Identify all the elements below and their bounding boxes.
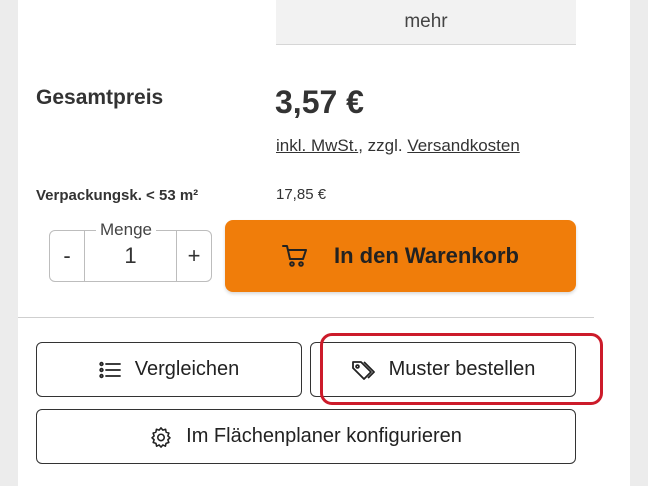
add-to-cart-label: In den Warenkorb [334, 243, 519, 268]
shipping-prefix: , zzgl. [358, 136, 408, 155]
section-divider [18, 317, 594, 318]
total-price-value: 3,57 € [275, 84, 364, 120]
quantity-increase-button[interactable]: + [176, 231, 211, 281]
gear-icon [150, 426, 172, 448]
quantity-decrease-button[interactable]: - [50, 231, 85, 281]
compare-button[interactable]: Vergleichen [36, 342, 302, 397]
quantity-input[interactable] [84, 231, 177, 281]
order-sample-button[interactable]: Muster bestellen [310, 342, 576, 397]
quantity-stepper: Menge - + [49, 219, 212, 282]
more-button[interactable]: mehr [276, 0, 576, 45]
list-icon [99, 360, 121, 380]
package-size-label: Verpackungsk. < 53 m² [36, 187, 199, 204]
surface-planner-button[interactable]: Im Flächenplaner konfigurieren [36, 409, 576, 464]
tax-shipping-info: inkl. MwSt., zzgl. Versandkosten [276, 136, 520, 156]
order-sample-label: Muster bestellen [388, 358, 536, 380]
vat-link[interactable]: inkl. MwSt. [276, 136, 358, 155]
tag-icon [351, 359, 375, 381]
shipping-costs-link[interactable]: Versandkosten [407, 136, 519, 155]
surface-planner-label: Im Flächenplaner konfigurieren [186, 425, 462, 447]
shopping-cart-icon [282, 244, 308, 268]
total-price-label: Gesamtpreis [36, 86, 164, 109]
add-to-cart-button[interactable]: In den Warenkorb [225, 220, 576, 292]
compare-label: Vergleichen [134, 358, 240, 380]
package-price: 17,85 € [276, 186, 327, 203]
